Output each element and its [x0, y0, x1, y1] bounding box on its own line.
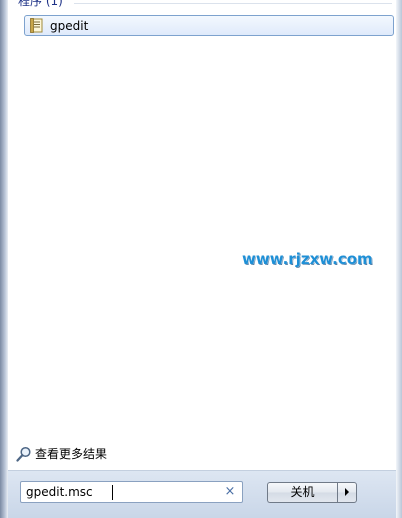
search-input[interactable] [26, 484, 211, 500]
search-box[interactable]: × [20, 481, 243, 503]
magnifier-icon [16, 446, 32, 462]
see-more-results-label: 查看更多结果 [35, 447, 108, 461]
result-item-gpedit[interactable]: gpedit [24, 15, 394, 36]
policy-document-icon [30, 18, 44, 33]
clear-search-icon[interactable]: × [224, 484, 236, 500]
triangle-right-icon [345, 488, 349, 496]
result-label: gpedit [50, 19, 89, 33]
text-caret [112, 485, 113, 500]
group-divider [74, 3, 392, 4]
start-menu: 程序 (1) gpedit www.rjzxw.com 查看更多结果 × [0, 0, 402, 518]
watermark-text: www.rjzxw.com [242, 250, 373, 268]
menu-right-border [396, 0, 402, 518]
shutdown-button[interactable]: 关机 [267, 482, 337, 503]
programs-group-header: 程序 (1) [18, 0, 63, 8]
menu-left-border [0, 0, 8, 518]
shutdown-options-button[interactable] [337, 482, 357, 503]
search-results-panel [8, 0, 396, 470]
